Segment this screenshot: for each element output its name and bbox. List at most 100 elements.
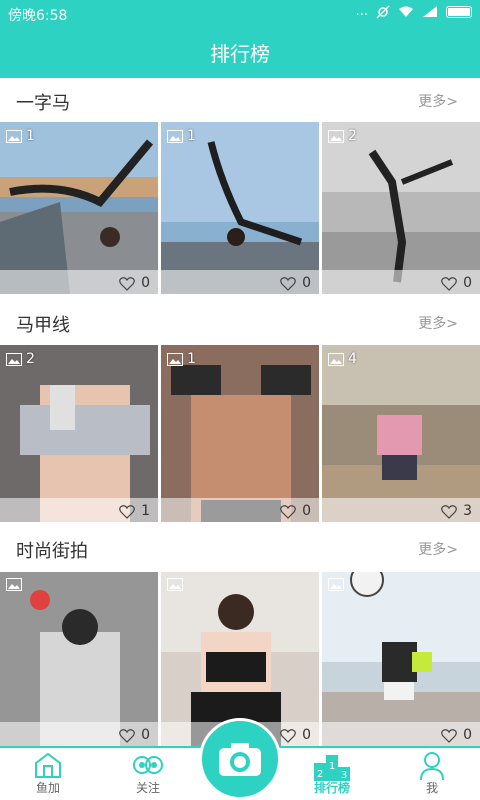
nav-label: 我 xyxy=(425,781,438,795)
heart-icon xyxy=(280,504,296,519)
image-count-badge: 1 xyxy=(167,351,196,367)
image-count-badge: 2 xyxy=(6,351,35,367)
photo-tile[interactable]: 2 1 xyxy=(0,345,158,522)
photo-thumbnail xyxy=(322,122,480,294)
more-link[interactable]: 更多> xyxy=(418,91,458,111)
like-count: 0 xyxy=(302,503,311,519)
like-counter[interactable]: 0 xyxy=(441,727,472,743)
like-counter[interactable]: 0 xyxy=(280,503,311,519)
nav-ranking[interactable]: 2 1 3 排行榜 xyxy=(292,748,372,800)
image-icon xyxy=(167,352,183,366)
photo-thumbnail xyxy=(322,345,480,522)
photo-tile[interactable]: 1 0 xyxy=(161,122,319,294)
image-icon xyxy=(167,578,183,591)
heart-icon xyxy=(119,504,135,519)
photo-tile[interactable]: 0 xyxy=(322,572,480,746)
nav-label: 鱼加 xyxy=(35,781,60,795)
image-icon xyxy=(328,352,344,366)
section-title: 马甲线 xyxy=(16,315,70,336)
like-counter[interactable]: 3 xyxy=(441,503,472,519)
signal-icon xyxy=(423,6,437,17)
podium-icon: 2 1 3 xyxy=(314,755,350,781)
like-count: 0 xyxy=(302,275,311,291)
image-count-badge: 4 xyxy=(328,351,357,367)
image-count: 1 xyxy=(187,351,196,367)
like-count: 0 xyxy=(463,275,472,291)
heart-icon xyxy=(441,728,457,743)
like-counter[interactable]: 0 xyxy=(441,275,472,291)
image-count-badge: 1 xyxy=(167,128,196,144)
photo-thumbnail xyxy=(322,572,480,746)
like-count: 1 xyxy=(141,503,150,519)
status-time: 傍晚6:58 xyxy=(8,8,68,24)
wifi-icon xyxy=(399,6,413,17)
status-bar: 傍晚6:58 ... xyxy=(0,0,480,26)
image-count-badge xyxy=(167,578,187,591)
photo-thumbnail xyxy=(161,122,319,294)
image-count-badge: 1 xyxy=(6,128,35,144)
like-count: 3 xyxy=(463,503,472,519)
ranking-content[interactable]: 一字马 更多> 1 0 1 0 2 0 马甲线 更多> 2 1 1 0 4 3 … xyxy=(0,78,480,746)
house-icon xyxy=(35,752,61,778)
like-count: 0 xyxy=(302,727,311,743)
owl-icon xyxy=(133,756,163,774)
image-icon xyxy=(6,129,22,143)
heart-icon xyxy=(280,276,296,291)
like-count: 0 xyxy=(141,727,150,743)
like-counter[interactable]: 0 xyxy=(119,275,150,291)
like-counter[interactable]: 0 xyxy=(119,727,150,743)
image-count-badge xyxy=(328,578,348,591)
nav-label: 关注 xyxy=(135,781,160,795)
photo-thumbnail xyxy=(161,345,319,522)
image-icon xyxy=(6,352,22,366)
camera-button[interactable] xyxy=(199,718,281,800)
photo-thumbnail xyxy=(0,122,158,294)
heart-icon xyxy=(441,504,457,519)
section-header-abs: 马甲线 更多> xyxy=(0,300,480,344)
image-count: 4 xyxy=(348,351,357,367)
page-title: 排行榜 xyxy=(210,41,270,66)
section-header-split: 一字马 更多> xyxy=(0,78,480,122)
like-counter[interactable]: 0 xyxy=(280,275,311,291)
image-icon xyxy=(328,578,344,591)
person-icon xyxy=(420,752,444,781)
podium-number: 1 xyxy=(329,761,335,772)
heart-icon xyxy=(280,728,296,743)
photo-thumbnail xyxy=(0,572,158,746)
status-icons: ... xyxy=(356,4,472,19)
image-icon xyxy=(167,129,183,143)
image-count: 1 xyxy=(26,128,35,144)
photo-tile[interactable]: 1 0 xyxy=(0,122,158,294)
heart-icon xyxy=(441,276,457,291)
more-link[interactable]: 更多> xyxy=(418,539,458,559)
image-count-badge: 2 xyxy=(328,128,357,144)
heart-icon xyxy=(119,728,135,743)
photo-tile[interactable]: 0 xyxy=(0,572,158,746)
mute-alarm-icon xyxy=(376,4,390,19)
nav-follow[interactable]: 关注 xyxy=(108,748,188,800)
image-count: 1 xyxy=(187,128,196,144)
title-bar: 排行榜 xyxy=(0,26,480,78)
like-count: 0 xyxy=(141,275,150,291)
nav-home[interactable]: 鱼加 xyxy=(8,748,88,800)
more-link[interactable]: 更多> xyxy=(418,313,458,333)
like-counter[interactable]: 1 xyxy=(119,503,150,519)
section-header-street: 时尚街拍 更多> xyxy=(0,526,480,570)
image-icon xyxy=(6,578,22,591)
nav-label: 排行榜 xyxy=(313,781,350,795)
image-count-badge xyxy=(6,578,26,591)
like-count: 0 xyxy=(463,727,472,743)
camera-icon xyxy=(219,743,261,776)
section-title: 一字马 xyxy=(16,93,70,114)
photo-tile[interactable]: 1 0 xyxy=(161,345,319,522)
photo-tile[interactable]: 2 0 xyxy=(322,122,480,294)
notification-dots: ... xyxy=(355,4,368,19)
section-title: 时尚街拍 xyxy=(16,541,88,562)
image-count: 2 xyxy=(348,128,357,144)
image-count: 2 xyxy=(26,351,35,367)
photo-thumbnail xyxy=(0,345,158,522)
image-icon xyxy=(328,129,344,143)
nav-me[interactable]: 我 xyxy=(392,748,472,800)
like-counter[interactable]: 0 xyxy=(280,727,311,743)
photo-tile[interactable]: 4 3 xyxy=(322,345,480,522)
